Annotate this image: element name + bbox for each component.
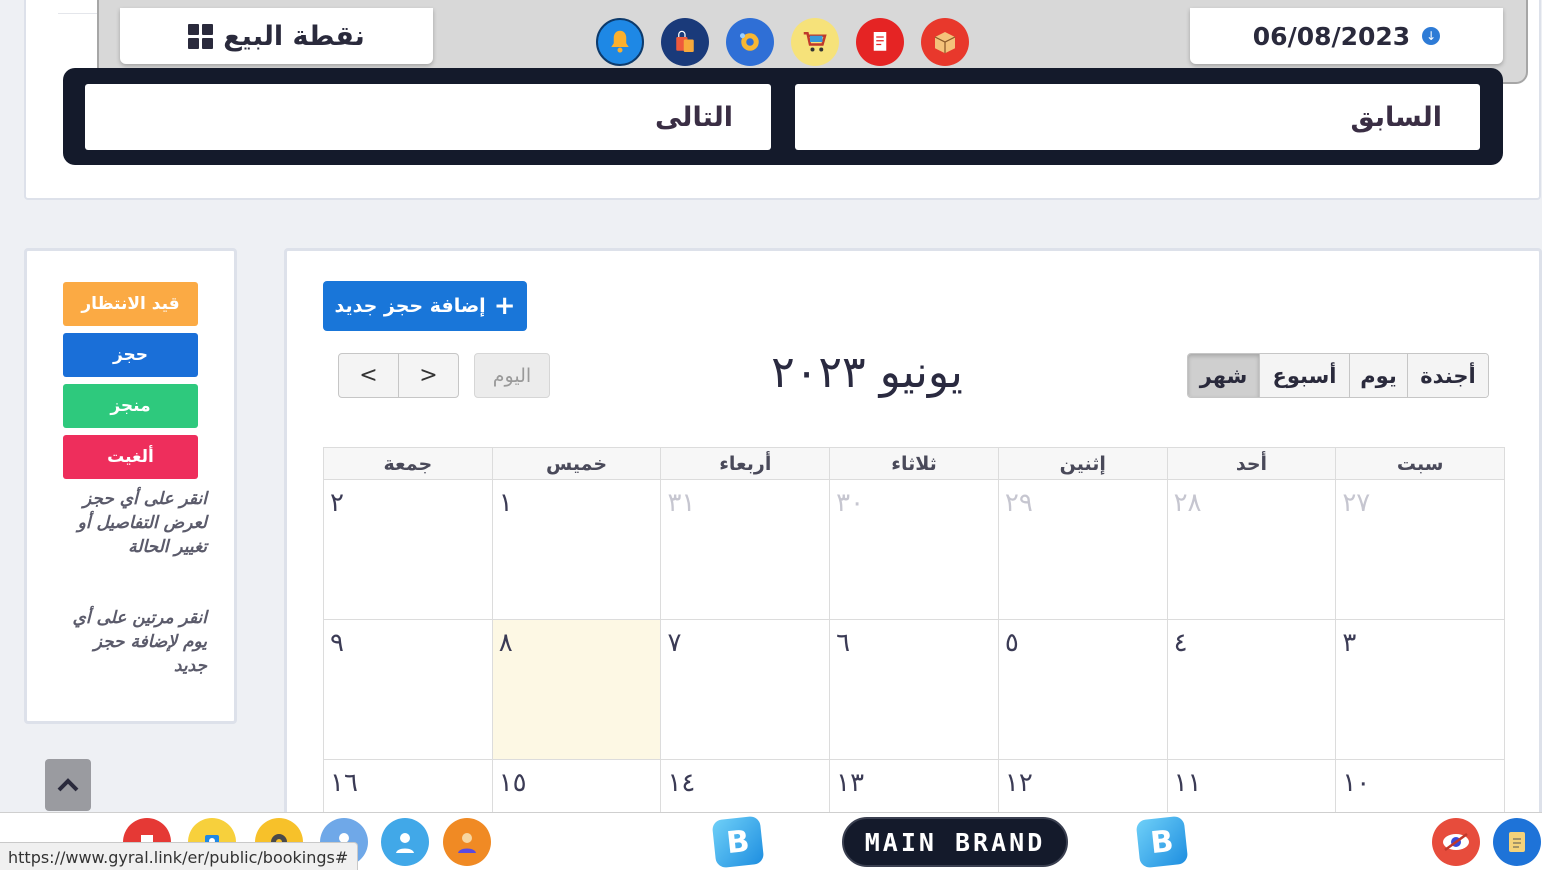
weekday: أحد (1166, 448, 1336, 479)
week-row: ٩ ٨ ٧ ٦ ٥ ٤ ٣ (323, 620, 1505, 760)
help-text-dblclick: انقر مرتين على أي يوم لإضافة حجز جديد (72, 608, 207, 676)
status-done[interactable]: منجز (63, 384, 198, 428)
day-cell[interactable]: ٢ (324, 480, 492, 619)
add-booking-button[interactable]: + إضافة حجز جديد (323, 281, 527, 331)
day-cell[interactable]: ١٥ (491, 760, 661, 820)
shopping-cart-icon[interactable] (791, 18, 839, 66)
grid-icon (188, 23, 214, 49)
settings-gear-icon[interactable] (726, 18, 774, 66)
day-cell[interactable]: ٤ (1166, 620, 1336, 759)
chevron-up-icon (57, 778, 79, 792)
day-cell[interactable]: ١٤ (660, 760, 829, 820)
weekday: إثنين (997, 448, 1167, 479)
period-nav: التالى السابق (63, 68, 1503, 165)
weekday: سبت (1335, 448, 1504, 479)
day-cell[interactable]: ٣١ (660, 480, 829, 619)
add-booking-label: إضافة حجز جديد (334, 295, 486, 317)
clipboard-checklist-icon[interactable] (1493, 818, 1541, 866)
month-title: يونيو ٢٠٢٣ (771, 347, 963, 398)
view-day[interactable]: يوم (1350, 354, 1408, 397)
view-week[interactable]: أسبوع (1260, 354, 1350, 397)
week-row: ٢ ١ ٣١ ٣٠ ٢٩ ٢٨ ٢٧ (323, 480, 1505, 620)
day-cell[interactable]: ٣٠ (829, 480, 998, 619)
brand-logo-left[interactable]: B (711, 815, 765, 869)
day-cell[interactable]: ٧ (660, 620, 829, 759)
toolbar-icons (596, 18, 969, 66)
month-grid: جمعة خميس أربعاء ثلاثاء إثنين أحد سبت ٢ … (323, 447, 1505, 820)
brand-logo-right[interactable]: B (1135, 815, 1189, 869)
plus-icon: + (493, 291, 516, 321)
day-cell[interactable]: ١٣ (829, 760, 998, 820)
chevron-right-icon[interactable]: > (399, 354, 458, 397)
status-pending[interactable]: قيد الانتظار (63, 282, 198, 326)
bell-icon[interactable] (596, 18, 644, 66)
user-profile-icon[interactable] (381, 818, 429, 866)
status-legend: قيد الانتظار حجز منجز ألغيت انقر على أي … (24, 248, 237, 724)
day-cell[interactable]: ٢٩ (997, 480, 1167, 619)
main-brand-badge[interactable]: MAIN BRAND (842, 817, 1068, 867)
previous-button[interactable]: السابق (795, 84, 1480, 150)
day-cell[interactable]: ٢٨ (1166, 480, 1336, 619)
day-cell[interactable]: ١٦ (324, 760, 492, 820)
invoice-icon[interactable] (856, 18, 904, 66)
pos-label: نقطة البيع (223, 20, 365, 52)
day-cell[interactable]: ٦ (829, 620, 998, 759)
week-row: ١٦ ١٥ ١٤ ١٣ ١٢ ١١ ١٠ (323, 760, 1505, 820)
weekday: خميس (491, 448, 661, 479)
weekday: جمعة (383, 452, 433, 475)
weekday: أربعاء (660, 448, 829, 479)
date-display[interactable]: 06/08/2023 ↓ (1190, 8, 1503, 64)
pos-button[interactable]: نقطة البيع (120, 8, 433, 64)
chevron-down-icon[interactable]: ↓ (1422, 27, 1441, 45)
current-date: 06/08/2023 (1252, 21, 1411, 51)
box-icon[interactable] (921, 18, 969, 66)
day-cell[interactable]: ١٢ (997, 760, 1167, 820)
day-cell[interactable]: ٥ (997, 620, 1167, 759)
eye-icon[interactable] (1432, 818, 1480, 866)
view-switcher: شهر أسبوع يوم أجندة (1187, 353, 1489, 398)
help-text-click: انقر على أي حجز لعرض التفاصيل أو تغيير ا… (77, 489, 207, 557)
chevron-left-icon[interactable]: < (339, 354, 399, 397)
day-cell[interactable]: ١٠ (1335, 760, 1504, 820)
status-booked[interactable]: حجز (63, 333, 198, 377)
shopping-bags-icon[interactable] (661, 18, 709, 66)
today-button[interactable]: اليوم (474, 353, 550, 398)
team-member-icon[interactable] (443, 818, 491, 866)
status-bar-url: https://www.gyral.link/er/public/booking… (0, 842, 358, 870)
next-button[interactable]: التالى (85, 84, 771, 150)
weekday: ثلاثاء (829, 448, 998, 479)
prev-next-arrows: < > (338, 353, 459, 398)
weekday-header: جمعة خميس أربعاء ثلاثاء إثنين أحد سبت (323, 447, 1505, 480)
view-month[interactable]: شهر (1188, 354, 1260, 397)
day-cell[interactable]: ٢٧ (1335, 480, 1504, 619)
day-cell[interactable]: ٣ (1335, 620, 1504, 759)
day-cell[interactable]: ١١ (1166, 760, 1336, 820)
status-cancelled[interactable]: ألغيت (63, 435, 198, 479)
scroll-top-button[interactable] (45, 759, 91, 811)
day-cell[interactable]: ١ (491, 480, 661, 619)
calendar-panel: + إضافة حجز جديد < > اليوم يونيو ٢٠٢٣ شه… (284, 248, 1542, 820)
day-cell[interactable]: ٩ (324, 620, 492, 759)
view-agenda[interactable]: أجندة (1408, 354, 1488, 397)
day-cell-today[interactable]: ٨ (491, 620, 661, 759)
